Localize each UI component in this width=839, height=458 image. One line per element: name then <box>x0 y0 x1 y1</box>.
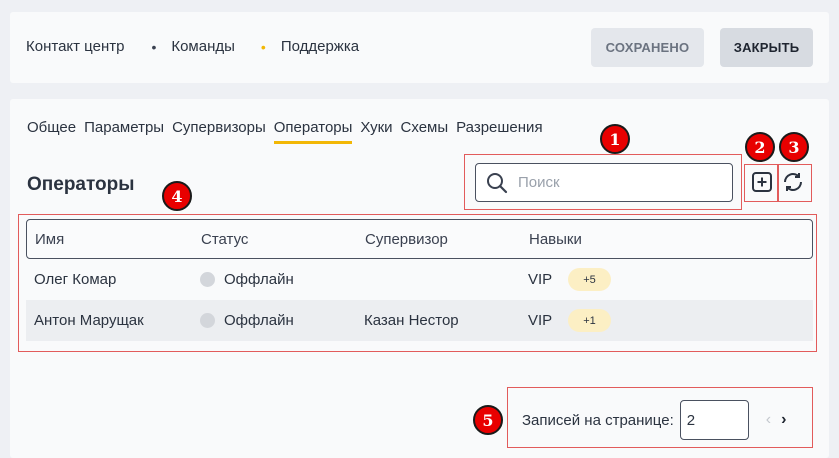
column-header-status[interactable]: Статус <box>201 231 365 248</box>
column-header-supervisor[interactable]: Супервизор <box>365 231 529 248</box>
tab-general[interactable]: Общее <box>27 119 76 144</box>
refresh-icon <box>784 173 802 191</box>
refresh-button[interactable] <box>781 170 805 194</box>
annotation-marker-1: 1 <box>600 124 630 154</box>
status-label: Оффлайн <box>224 312 294 329</box>
operator-status: Оффлайн <box>200 271 364 288</box>
table-row[interactable]: Олег Комар Оффлайн VIP +5 <box>26 259 813 300</box>
next-page-button[interactable]: › <box>781 411 786 429</box>
annotation-marker-5: 5 <box>473 405 503 435</box>
saved-button[interactable]: СОХРАНЕНО <box>591 28 704 67</box>
operator-status: Оффлайн <box>200 312 364 329</box>
prev-page-button[interactable]: ‹ <box>766 411 771 429</box>
more-skills-badge[interactable]: +5 <box>568 268 611 291</box>
breadcrumb-item-support: Поддержка <box>280 38 360 55</box>
annotation-marker-2: 2 <box>745 132 775 162</box>
operator-skills: VIP +1 <box>528 309 611 332</box>
operator-supervisor: Казан Нестор <box>364 312 459 329</box>
top-bar: Контакт центр • Команды • Поддержка СОХР… <box>10 12 829 83</box>
search-input[interactable] <box>516 173 720 192</box>
offline-status-dot <box>200 313 215 328</box>
tab-operators[interactable]: Операторы <box>273 119 352 144</box>
tab-hooks[interactable]: Хуки <box>360 119 392 144</box>
breadcrumb-item-teams[interactable]: Команды <box>171 38 235 55</box>
tab-bar: Общее Параметры Супервизоры Операторы Ху… <box>27 119 551 144</box>
table-header: Имя Статус Супервизор Навыки <box>26 219 813 259</box>
tab-supervisors[interactable]: Супервизоры <box>172 119 266 144</box>
annotation-marker-4: 4 <box>162 181 192 211</box>
offline-status-dot <box>200 272 215 287</box>
search-box[interactable] <box>475 163 733 202</box>
more-skills-badge[interactable]: +1 <box>568 309 611 332</box>
pagination: Записей на странице: ‹ › <box>522 400 786 440</box>
annotation-marker-3: 3 <box>779 132 809 162</box>
tab-parameters[interactable]: Параметры <box>84 119 164 144</box>
operator-name: Олег Комар <box>34 271 117 288</box>
breadcrumb-separator-active: • <box>260 38 266 55</box>
operators-table: Имя Статус Супервизор Навыки Олег Комар … <box>26 219 813 343</box>
breadcrumb: Контакт центр • Команды • Поддержка <box>26 38 359 55</box>
page-title: Операторы <box>27 174 135 195</box>
column-header-name[interactable]: Имя <box>27 231 201 248</box>
tab-schemes[interactable]: Схемы <box>401 119 449 144</box>
add-operator-button[interactable] <box>750 170 774 194</box>
tab-permissions[interactable]: Разрешения <box>456 119 542 144</box>
main-panel: Общее Параметры Супервизоры Операторы Ху… <box>10 99 829 458</box>
rows-per-page-input[interactable] <box>679 400 749 440</box>
table-row[interactable]: Антон Марущак Оффлайн Казан Нестор VIP +… <box>26 300 813 341</box>
operator-skills: VIP +5 <box>528 268 611 291</box>
search-icon <box>487 172 508 193</box>
skill-label: VIP <box>528 271 553 288</box>
add-icon <box>752 172 772 192</box>
close-button[interactable]: ЗАКРЫТЬ <box>720 28 813 67</box>
operator-name: Антон Марущак <box>34 312 144 329</box>
rows-per-page-label: Записей на странице: <box>522 411 674 429</box>
status-label: Оффлайн <box>224 271 294 288</box>
column-header-skills[interactable]: Навыки <box>529 231 582 248</box>
breadcrumb-separator: • <box>151 38 157 55</box>
skill-label: VIP <box>528 312 553 329</box>
breadcrumb-item-contact-center[interactable]: Контакт центр <box>26 38 124 55</box>
